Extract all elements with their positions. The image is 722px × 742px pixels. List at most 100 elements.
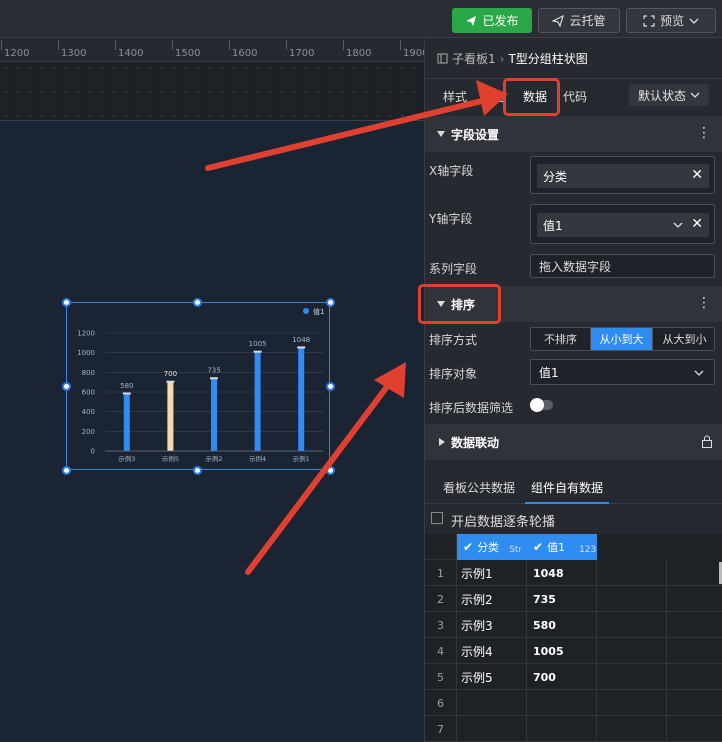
resize-handle-right[interactable] [326,382,335,391]
close-icon[interactable]: ✕ [691,216,703,232]
sort-target-select[interactable]: 值1 [530,359,715,385]
bar-cap [122,392,131,395]
cell-empty[interactable] [597,638,667,664]
state-select[interactable]: 默认状态 [629,84,709,106]
cell-value[interactable]: 1048 [527,560,597,586]
ruler-tick-label: 1800 [346,48,372,59]
tab-own-data[interactable]: 组件自有数据 [531,479,603,496]
cell-empty[interactable] [597,664,667,690]
cell-empty[interactable] [597,560,667,586]
carousel-checkbox[interactable] [431,512,443,524]
caret-down-icon [437,131,445,137]
y-tick-label: 1000 [77,349,95,357]
ruler-tick-label: 1900 [403,48,424,59]
column-header-category[interactable]: ✔ 分类 Str [457,534,527,560]
cell-value[interactable]: 580 [527,612,597,638]
resize-handle-top[interactable] [193,298,202,307]
cell-value[interactable]: 1005 [527,638,597,664]
resize-handle-top-right[interactable] [326,298,335,307]
cell-category[interactable] [457,690,527,716]
table-row[interactable]: 7 [425,716,722,742]
cell-value[interactable] [527,690,597,716]
cell-category[interactable]: 示例1 [457,560,527,586]
tab-board-public-data[interactable]: 看板公共数据 [443,479,515,496]
y-field-dropzone[interactable]: 值1 ✕ [530,204,715,244]
series-field-placeholder: 拖入数据字段 [539,259,612,274]
close-icon[interactable]: ✕ [691,167,703,183]
sort-method-segmented[interactable]: 不排序 从小到大 从大到小 [530,327,715,351]
sort-filter-toggle[interactable] [530,398,553,412]
cell-empty[interactable] [597,586,667,612]
cell-value[interactable]: 700 [527,664,597,690]
ruler-tick-label: 1400 [118,48,144,59]
lock-icon[interactable] [701,435,713,448]
more-icon[interactable]: ⋮ [697,296,711,310]
resize-handle-top-left[interactable] [62,298,71,307]
cloud-host-label: 云托管 [569,14,606,28]
data-grid[interactable]: ✔ 分类 Str ✔ 值1 123 1 示例1 1048 2 示例2 735 3 示例3 580… [425,534,722,742]
legend-marker [303,308,309,314]
preview-button[interactable]: 预览 [626,8,716,33]
breadcrumb-current: T型分组柱状图 [508,52,588,66]
tab-style[interactable]: 样式 [443,88,467,105]
data-linkage-header[interactable]: 数据联动 [425,424,722,460]
cell-empty[interactable] [597,612,667,638]
column-header-value[interactable]: ✔ 值1 123 [527,534,597,560]
sort-option-desc[interactable]: 从大到小 [653,328,714,350]
ruler-tick-label: 1200 [4,48,30,59]
chart-widget[interactable]: 值1 0 200 400 600 800 1000 1200 580 示例3 700 示例5 735 示例… [66,302,330,470]
publish-button[interactable]: 已发布 [452,8,532,33]
cell-category[interactable] [457,716,527,742]
y-tick-label: 600 [82,389,95,397]
chevron-down-icon[interactable] [673,220,683,230]
cell-empty[interactable] [597,716,667,742]
breadcrumb: 子看板1 › T型分组柱状图 [437,50,588,67]
x-tick-label: 示例4 [249,454,266,463]
series-field-dropzone[interactable]: 拖入数据字段 [530,254,715,278]
cell-category[interactable]: 示例5 [457,664,527,690]
resize-handle-bottom[interactable] [193,466,202,475]
column-type: 123 [579,545,597,555]
y-field-chip[interactable]: 值1 ✕ [537,213,709,237]
y-tick-label: 800 [82,369,95,377]
send-icon [466,15,477,26]
cell-value[interactable]: 735 [527,586,597,612]
table-row[interactable]: 6 [425,690,722,716]
sort-option-none[interactable]: 不排序 [531,328,591,350]
column-type: Str [509,545,522,555]
annotation-box-sort [418,284,501,324]
resize-handle-bottom-right[interactable] [326,466,335,475]
cell-empty[interactable] [597,690,667,716]
bar-cap [297,346,306,349]
table-row[interactable]: 5 示例5 700 [425,664,722,690]
x-field-chip[interactable]: 分类 ✕ [537,164,709,188]
table-row[interactable]: 2 示例2 735 [425,586,722,612]
top-toolbar: 已发布 云托管 预览 [0,0,722,38]
table-row[interactable]: 3 示例3 580 [425,612,722,638]
breadcrumb-parent[interactable]: 子看板1 [452,50,496,67]
ruler-tick-label: 1700 [289,48,315,59]
cell-category[interactable]: 示例3 [457,612,527,638]
sort-option-asc[interactable]: 从小到大 [591,328,653,350]
toggle-knob [530,398,544,412]
bar-value-label: 735 [207,367,220,375]
bar [298,347,305,451]
resize-handle-left[interactable] [62,382,71,391]
field-settings-header[interactable]: 字段设置 ⋮ [425,116,722,152]
tab-interaction[interactable]: 交互 [483,88,505,105]
cell-category[interactable]: 示例2 [457,586,527,612]
cell-category[interactable]: 示例4 [457,638,527,664]
ruler-tick [172,40,173,50]
table-row[interactable]: 4 示例4 1005 [425,638,722,664]
ruler-tick [229,40,230,50]
resize-handle-bottom-left[interactable] [62,466,71,475]
cloud-host-button[interactable]: 云托管 [538,8,620,33]
breadcrumb-separator: › [499,51,505,66]
table-row[interactable]: 1 示例1 1048 [425,560,722,586]
more-icon[interactable]: ⋮ [697,126,711,140]
x-field-dropzone[interactable]: 分类 ✕ [530,156,715,194]
carousel-label: 开启数据逐条轮播 [451,515,556,530]
tab-code[interactable]: 代码 [563,88,587,105]
cell-value[interactable] [527,716,597,742]
horizontal-ruler: 1200 1300 1400 1500 1600 1700 1800 1900 [0,38,424,62]
